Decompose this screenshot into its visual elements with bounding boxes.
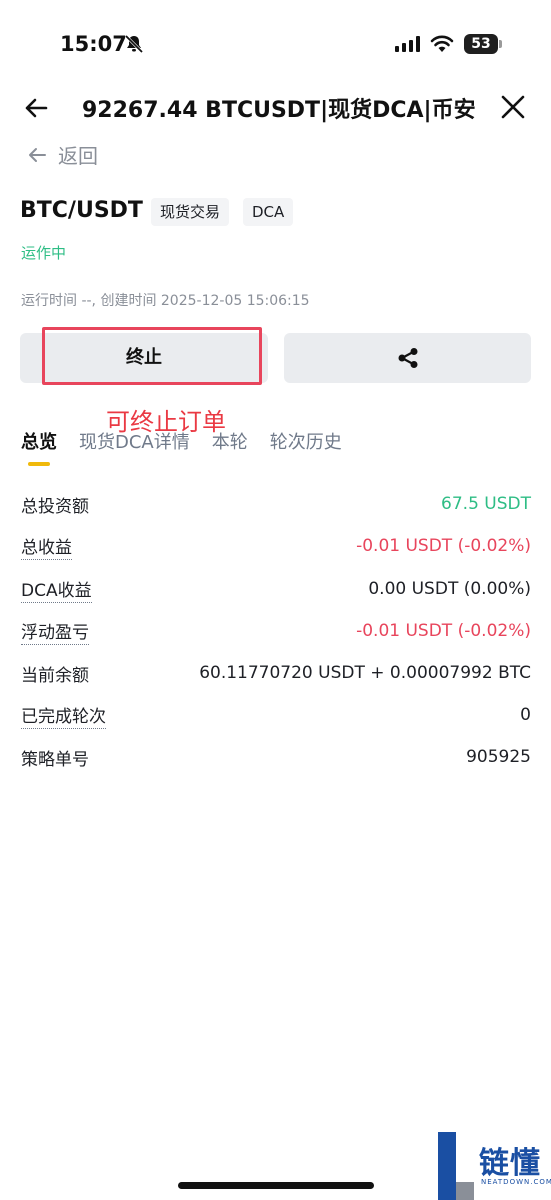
- row-value: 905925: [466, 747, 531, 767]
- row-value: 67.5 USDT: [441, 494, 531, 514]
- row-value: 0: [520, 705, 531, 725]
- back-arrow-small-icon: [29, 147, 46, 162]
- tag-spot-trading: 现货交易: [151, 198, 230, 226]
- row-dca-profit: DCA收益 0.00 USDT (0.00%): [21, 573, 531, 605]
- annotation-highlight-box: [42, 327, 262, 385]
- home-indicator[interactable]: [178, 1182, 374, 1189]
- tab-current-round[interactable]: 本轮: [212, 428, 248, 454]
- row-label[interactable]: 总收益: [21, 533, 72, 560]
- row-total-investment: 总投资额 67.5 USDT: [21, 488, 531, 520]
- pair-name: BTC/USDT: [20, 198, 143, 223]
- row-total-profit: 总收益 -0.01 USDT (-0.02%): [21, 530, 531, 562]
- share-icon: [398, 348, 417, 368]
- row-label: 当前余额: [21, 665, 89, 686]
- tab-dca-details[interactable]: 现货DCA详情: [79, 428, 190, 454]
- battery-icon: 53: [464, 34, 498, 54]
- back-link[interactable]: 返回: [26, 140, 98, 169]
- tag-dca: DCA: [243, 198, 294, 226]
- row-label: 策略单号: [21, 749, 89, 770]
- bell-slash-icon: [124, 34, 144, 54]
- row-value: -0.01 USDT (-0.02%): [356, 536, 531, 556]
- row-label[interactable]: 已完成轮次: [21, 702, 106, 729]
- tab-overview[interactable]: 总览: [21, 428, 57, 454]
- back-link-label: 返回: [58, 144, 98, 168]
- watermark-subtext: NEATDOWN.COM: [481, 1178, 551, 1186]
- wifi-icon: [430, 35, 454, 52]
- signal-icon: [395, 36, 420, 52]
- runtime-meta: 运行时间 --, 创建时间 2025-12-05 15:06:15: [21, 293, 310, 309]
- tab-round-history[interactable]: 轮次历史: [270, 428, 342, 454]
- row-strategy-id: 策略单号 905925: [21, 741, 531, 773]
- active-tab-indicator: [28, 462, 50, 466]
- row-label: 总投资额: [21, 496, 89, 517]
- row-value: 60.11770720 USDT + 0.00007992 BTC: [199, 663, 531, 683]
- page-title: 92267.44 BTCUSDT|现货DCA|币安: [82, 98, 476, 123]
- back-arrow-icon[interactable]: [22, 94, 50, 122]
- row-value: 0.00 USDT (0.00%): [368, 579, 531, 599]
- status-badge: 运作中: [21, 244, 67, 262]
- row-completed-rounds: 已完成轮次 0: [21, 699, 531, 731]
- watermark-text: 链懂: [479, 1146, 541, 1181]
- tab-bar: 总览 现货DCA详情 本轮 轮次历史: [21, 428, 364, 454]
- row-value: -0.01 USDT (-0.02%): [356, 621, 531, 641]
- status-time: 15:07: [60, 32, 127, 56]
- row-current-balance: 当前余额 60.11770720 USDT + 0.00007992 BTC: [21, 657, 531, 689]
- row-label[interactable]: DCA收益: [21, 576, 92, 603]
- row-floating-pnl: 浮动盈亏 -0.01 USDT (-0.02%): [21, 615, 531, 647]
- row-label[interactable]: 浮动盈亏: [21, 618, 89, 645]
- share-button[interactable]: [284, 333, 531, 383]
- close-icon[interactable]: [500, 94, 526, 120]
- battery-tip: [499, 40, 502, 48]
